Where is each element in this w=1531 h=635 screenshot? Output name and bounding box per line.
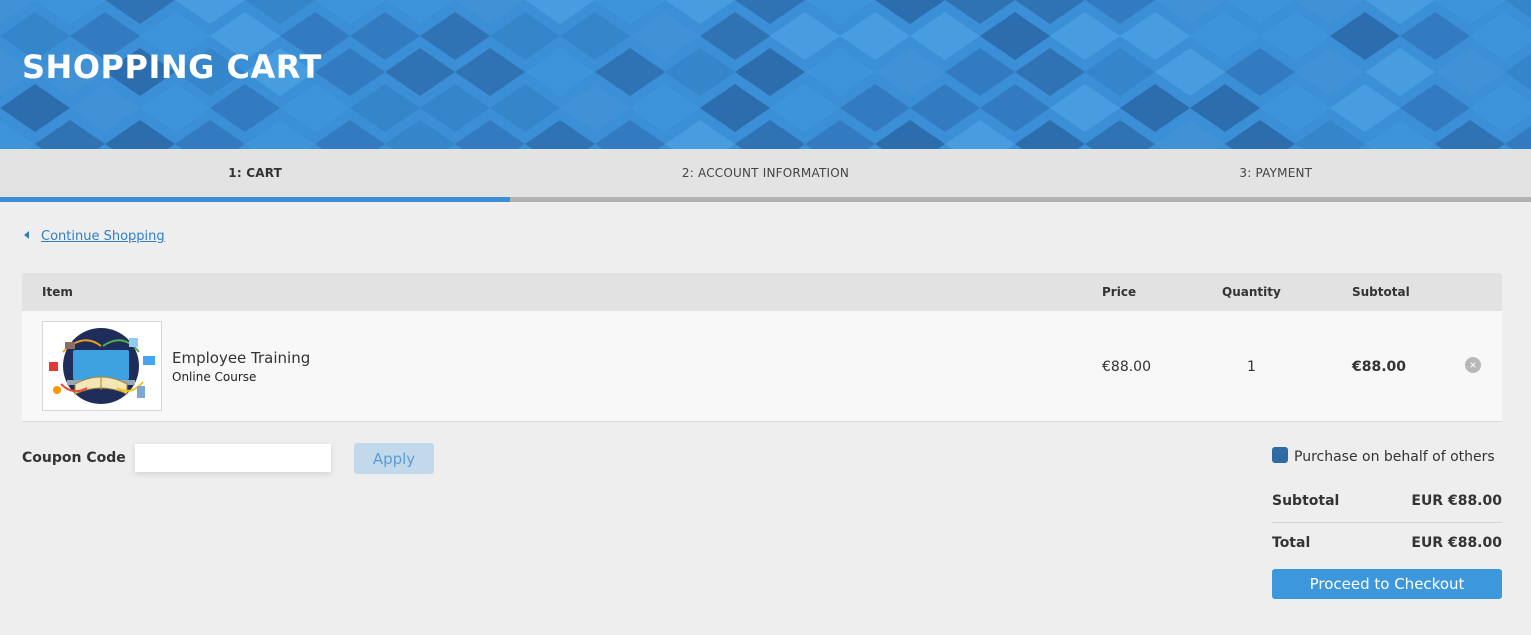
- banner-diamond: [1295, 48, 1365, 96]
- summary-total-value: EUR €88.00: [1411, 535, 1502, 551]
- banner-diamond: [1190, 12, 1260, 60]
- item-quantity: 1: [1247, 359, 1256, 375]
- checkout-steps: 1: CART 2: ACCOUNT INFORMATION 3: PAYMEN…: [0, 149, 1531, 197]
- banner-diamond: [560, 12, 630, 60]
- banner-diamond: [1120, 12, 1190, 60]
- continue-shopping-link[interactable]: Continue Shopping: [41, 229, 165, 244]
- purchase-on-behalf-label: Purchase on behalf of others: [1294, 449, 1495, 465]
- banner-diamond: [1155, 48, 1225, 96]
- continue-shopping: Continue Shopping: [24, 229, 165, 244]
- item-subtotal: €88.00: [1352, 359, 1407, 375]
- banner-diamond: [840, 84, 910, 132]
- coupon-code-label: Coupon Code: [22, 450, 126, 466]
- banner-diamond: [700, 12, 770, 60]
- banner-diamond: [735, 48, 805, 96]
- proceed-to-checkout-button[interactable]: Proceed to Checkout: [1272, 569, 1502, 599]
- remove-circle-icon[interactable]: ×: [1465, 357, 1481, 373]
- summary-total: Total EUR €88.00: [1272, 535, 1502, 555]
- banner-diamond: [1190, 84, 1260, 132]
- banner-diamond: [140, 84, 210, 132]
- purchase-on-behalf[interactable]: Purchase on behalf of others: [1272, 447, 1495, 465]
- banner-diamond: [805, 48, 875, 96]
- purchase-on-behalf-checkbox[interactable]: [1272, 447, 1288, 463]
- summary-subtotal: Subtotal EUR €88.00: [1272, 493, 1502, 513]
- banner-diamond: [1050, 12, 1120, 60]
- item-price: €88.00: [1102, 359, 1151, 375]
- banner-diamond: [840, 12, 910, 60]
- col-quantity-header: Quantity: [1222, 285, 1281, 299]
- banner-diamond: [630, 84, 700, 132]
- banner-diamond: [1470, 84, 1531, 132]
- banner-diamond: [1330, 12, 1400, 60]
- banner-diamond: [385, 48, 455, 96]
- col-subtotal-header: Subtotal: [1352, 285, 1410, 299]
- summary-divider: [1272, 522, 1502, 523]
- summary-total-label: Total: [1272, 535, 1311, 551]
- banner-diamond: [980, 84, 1050, 132]
- table-header: Item Price Quantity Subtotal: [22, 273, 1502, 311]
- banner-diamond: [420, 84, 490, 132]
- banner-diamond: [665, 48, 735, 96]
- banner-diamond: [350, 84, 420, 132]
- banner-diamond: [1400, 84, 1470, 132]
- banner-diamond: [1470, 12, 1531, 60]
- banner-diamond: [770, 12, 840, 60]
- step-account-information[interactable]: 2: ACCOUNT INFORMATION: [510, 149, 1020, 197]
- banner-diamond: [0, 84, 70, 132]
- banner-diamond: [875, 48, 945, 96]
- col-item-header: Item: [42, 285, 73, 299]
- banner-diamond: [910, 12, 980, 60]
- item-name[interactable]: Employee Training: [172, 349, 310, 367]
- summary-subtotal-value: EUR €88.00: [1411, 493, 1502, 509]
- step-progress-bar: [0, 197, 1531, 202]
- banner-diamond: [945, 48, 1015, 96]
- banner-diamond: [1120, 84, 1190, 132]
- banner-diamond: [1400, 12, 1470, 60]
- banner-diamond: [980, 12, 1050, 60]
- banner-diamond: [490, 12, 560, 60]
- banner-diamond: [630, 12, 700, 60]
- banner-diamond: [910, 84, 980, 132]
- banner-diamond: [1330, 84, 1400, 132]
- banner-diamond: [1225, 48, 1295, 96]
- item-type: Online Course: [172, 370, 257, 384]
- banner-diamond: [350, 12, 420, 60]
- step-progress-fill: [0, 197, 511, 202]
- coupon-code-input[interactable]: [135, 444, 331, 472]
- caret-left-icon: [24, 231, 29, 239]
- banner-diamond: [1260, 84, 1330, 132]
- banner-diamond: [280, 84, 350, 132]
- banner-diamond: [455, 48, 525, 96]
- summary-subtotal-label: Subtotal: [1272, 493, 1340, 509]
- banner-diamond: [700, 84, 770, 132]
- banner-diamond: [1260, 12, 1330, 60]
- banner-diamond: [1365, 48, 1435, 96]
- header-banner: SHOPPING CART: [0, 0, 1531, 149]
- table-row: Employee Training Online Course €88.00 1…: [22, 311, 1502, 422]
- banner-diamond: [210, 84, 280, 132]
- banner-diamond: [1050, 84, 1120, 132]
- banner-diamond: [770, 84, 840, 132]
- banner-diamond: [315, 48, 385, 96]
- step-payment[interactable]: 3: PAYMENT: [1021, 149, 1531, 197]
- banner-diamond: [490, 84, 560, 132]
- banner-diamond: [420, 12, 490, 60]
- banner-diamond: [525, 48, 595, 96]
- product-thumbnail: [42, 321, 162, 411]
- banner-diamond: [560, 84, 630, 132]
- page-title: SHOPPING CART: [22, 48, 322, 86]
- banner-diamond: [1085, 48, 1155, 96]
- banner-diamond: [595, 48, 665, 96]
- banner-diamond: [1015, 48, 1085, 96]
- cart-table: Item Price Quantity Subtotal Employee Tr…: [22, 273, 1502, 422]
- product-image: [43, 322, 161, 410]
- banner-diamond: [70, 84, 140, 132]
- banner-diamond: [1435, 48, 1505, 96]
- col-price-header: Price: [1102, 285, 1137, 299]
- apply-coupon-button[interactable]: Apply: [354, 443, 434, 474]
- step-cart[interactable]: 1: CART: [0, 149, 510, 197]
